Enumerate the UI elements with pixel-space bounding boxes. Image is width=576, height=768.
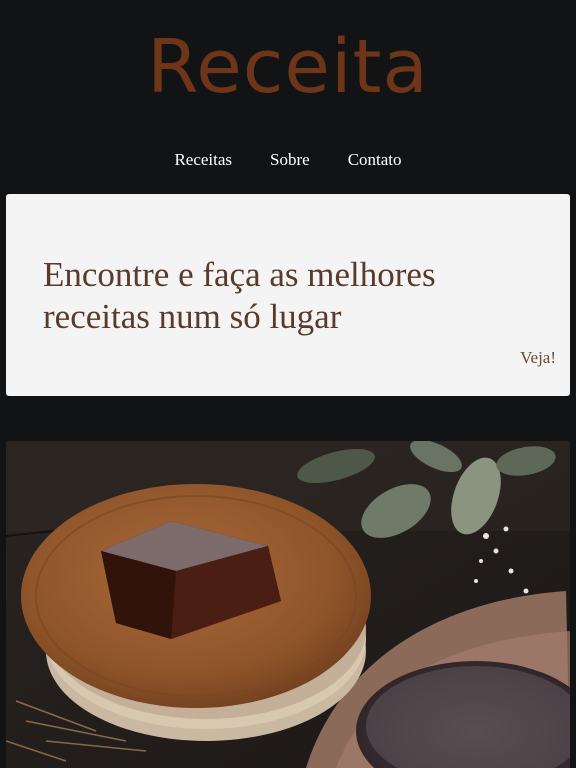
hero-cta-link[interactable]: Veja!: [520, 348, 556, 368]
main-nav: Receitas Sobre Contato: [0, 150, 576, 170]
hero-banner: Encontre e faça as melhores receitas num…: [6, 194, 570, 396]
hero-title: Encontre e faça as melhores receitas num…: [43, 255, 436, 336]
nav-link-sobre[interactable]: Sobre: [270, 150, 310, 170]
nav-link-contato[interactable]: Contato: [348, 150, 402, 170]
site-header: Receita Receitas Sobre Contato: [0, 0, 576, 192]
nav-link-receitas[interactable]: Receitas: [174, 150, 232, 170]
chocolate-cake-photo: [6, 441, 570, 768]
site-logo[interactable]: Receita: [0, 30, 576, 104]
